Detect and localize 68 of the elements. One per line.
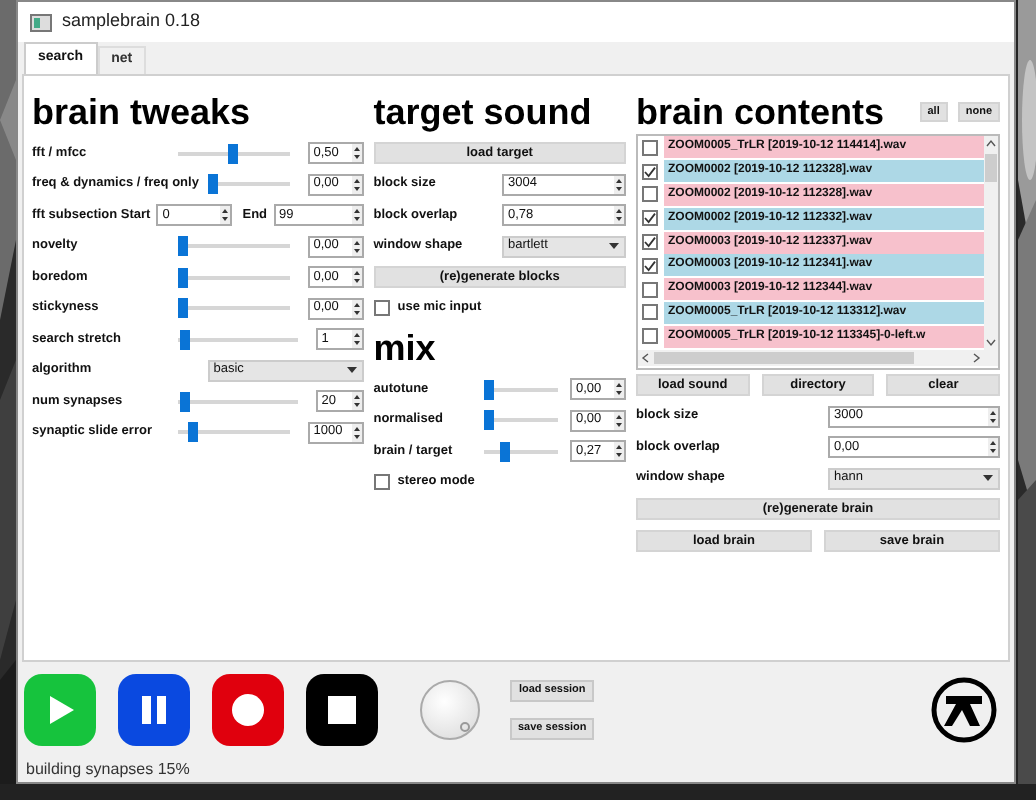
play-button[interactable]	[24, 674, 96, 746]
record-button[interactable]	[212, 674, 284, 746]
slider-thumb[interactable]	[178, 267, 188, 288]
spin-arrows-icon	[351, 206, 362, 225]
section-heading: brain contents	[636, 92, 887, 132]
checkbox[interactable]	[373, 474, 390, 491]
spin-arrows-icon	[351, 144, 362, 163]
caret-icon	[345, 366, 358, 375]
slider-thumb[interactable]	[483, 410, 494, 431]
spin-arrows-icon	[351, 299, 362, 318]
slider[interactable]	[208, 174, 290, 195]
check-icon	[644, 165, 656, 178]
spin-arrows-icon	[351, 392, 362, 411]
spin-arrows-icon	[351, 175, 362, 194]
checkbox[interactable]	[642, 304, 658, 321]
spin-arrows-icon	[614, 175, 624, 194]
slider[interactable]	[483, 410, 558, 431]
slider[interactable]	[178, 267, 290, 288]
caret-icon	[982, 474, 994, 483]
slider[interactable]	[178, 143, 290, 164]
slider-thumb[interactable]	[188, 422, 199, 443]
slider[interactable]	[178, 298, 290, 319]
slider[interactable]	[483, 379, 558, 400]
spin-arrows-icon	[614, 380, 624, 399]
pause-button[interactable]	[118, 674, 190, 746]
slider[interactable]	[178, 422, 290, 443]
slider-thumb[interactable]	[483, 379, 494, 400]
checkbox[interactable]	[373, 300, 390, 317]
slider-thumb[interactable]	[178, 298, 188, 319]
window-title: samplebrain 0.18	[62, 8, 201, 35]
logo-icon	[930, 676, 998, 744]
app-icon	[30, 13, 52, 31]
slider-thumb[interactable]	[178, 236, 188, 257]
checkbox[interactable]	[642, 163, 658, 180]
caret-icon	[608, 242, 620, 251]
slider-thumb[interactable]	[180, 329, 191, 350]
slider[interactable]	[178, 329, 298, 350]
spin-arrows-icon	[614, 442, 624, 461]
section-heading: brain tweaks	[32, 92, 253, 132]
record-icon	[228, 690, 268, 730]
spin-arrows-icon	[351, 237, 362, 256]
checkbox[interactable]	[642, 186, 658, 203]
spin-arrows-icon	[614, 411, 624, 430]
section-heading: target sound	[373, 92, 594, 132]
slider[interactable]	[178, 391, 298, 412]
section-heading: mix	[373, 328, 438, 368]
slider-thumb[interactable]	[228, 143, 239, 164]
spin-arrows-icon	[614, 206, 624, 225]
spin-arrows-icon	[351, 423, 362, 442]
checkbox[interactable]	[642, 234, 658, 251]
slider-thumb[interactable]	[500, 441, 511, 462]
checkbox[interactable]	[642, 139, 658, 156]
stop-button[interactable]	[306, 674, 378, 746]
spin-arrows-icon	[988, 438, 998, 457]
spin-arrows-icon	[988, 407, 998, 426]
spin-arrows-icon	[351, 330, 362, 349]
stop-icon	[322, 690, 362, 730]
checkbox[interactable]	[642, 210, 658, 227]
slider-thumb[interactable]	[180, 391, 191, 412]
status-text: building synapses 15%	[26, 758, 190, 782]
checkbox[interactable]	[642, 281, 658, 298]
checkbox[interactable]	[642, 328, 658, 345]
slider-thumb[interactable]	[208, 174, 219, 195]
spin-arrows-icon	[351, 268, 362, 287]
checkbox[interactable]	[642, 257, 658, 274]
spin-arrows-icon	[220, 206, 231, 225]
slider[interactable]	[178, 236, 290, 257]
slider[interactable]	[483, 441, 558, 462]
